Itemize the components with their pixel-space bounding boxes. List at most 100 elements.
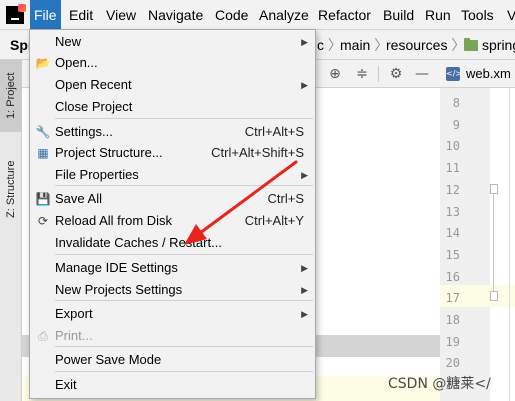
reload-icon: ⟳ bbox=[37, 214, 49, 228]
menu-refactor[interactable]: Refactor bbox=[314, 0, 375, 30]
minimize-icon[interactable]: — bbox=[414, 66, 430, 82]
file-menu-item-open-recent[interactable]: Open Recent ▶ bbox=[30, 74, 315, 96]
submenu-arrow-icon: ▶ bbox=[301, 170, 308, 180]
keyboard-shortcut: Ctrl+Alt+Shift+S bbox=[211, 145, 304, 160]
file-menu-item-label: Invalidate Caches / Restart... bbox=[55, 235, 222, 250]
file-menu-item-label: Project Structure... bbox=[55, 145, 163, 160]
menu-separator bbox=[55, 118, 313, 119]
menu-separator bbox=[55, 185, 313, 186]
file-menu-item-label: File Properties bbox=[55, 167, 139, 182]
menu-separator bbox=[55, 371, 313, 372]
folder-icon bbox=[464, 38, 478, 51]
tool-tab-project[interactable]: 1: Project bbox=[0, 60, 22, 132]
line-number: 10 bbox=[445, 139, 460, 154]
file-menu-item-label: Open... bbox=[55, 55, 98, 70]
file-menu-item-label: Print... bbox=[55, 328, 93, 343]
keyboard-shortcut: Ctrl+Alt+Y bbox=[244, 213, 304, 228]
file-menu-item-label: Open Recent bbox=[55, 77, 132, 92]
line-number: 11 bbox=[445, 161, 460, 176]
submenu-arrow-icon: ▶ bbox=[301, 263, 308, 273]
tool-window-stripe: 1: Project Z: Structure bbox=[0, 60, 22, 401]
line-number: 8 bbox=[452, 96, 460, 110]
file-menu-item-project-structure[interactable]: ▦ Project Structure... Ctrl+Alt+Shift+S bbox=[30, 142, 315, 164]
breadcrumb-label: c bbox=[317, 37, 324, 53]
file-menu-item-exit[interactable]: Exit bbox=[30, 374, 315, 396]
file-menu-item-save-all[interactable]: 💾 Save All Ctrl+S bbox=[30, 188, 315, 210]
breadcrumb-label: resources bbox=[386, 37, 448, 53]
print-icon: ⎙ bbox=[38, 329, 48, 343]
line-number: 12 bbox=[445, 182, 460, 197]
file-menu-item-label: New bbox=[55, 34, 82, 49]
breadcrumb-main[interactable]: main 〉 bbox=[340, 30, 388, 60]
line-number: 9 bbox=[452, 117, 460, 132]
menu-bar: File Edit View Navigate Code Analyze Ref… bbox=[0, 0, 515, 30]
folder-open-icon: 📂 bbox=[35, 56, 51, 70]
file-menu-item-settings[interactable]: 🔧 Settings... Ctrl+Alt+S bbox=[30, 121, 315, 143]
file-menu-item-label: Settings... bbox=[55, 124, 113, 139]
menu-navigate[interactable]: Navigate bbox=[144, 0, 207, 30]
file-menu-item-label: Reload All from Disk bbox=[55, 213, 173, 228]
breadcrumb-resources[interactable]: resources 〉 bbox=[386, 30, 465, 60]
tool-tab-label: Z: Structure bbox=[5, 160, 17, 218]
watermark: CSDN @糖莱</ bbox=[388, 376, 491, 392]
menu-tools[interactable]: Tools bbox=[457, 0, 498, 30]
file-menu-item-print: ⎙ Print... bbox=[30, 325, 315, 347]
file-menu-item-label: New Projects Settings bbox=[55, 282, 183, 297]
fold-marker-icon[interactable] bbox=[490, 184, 498, 194]
menu-edit[interactable]: Edit bbox=[65, 0, 97, 30]
menu-vcs[interactable]: V bbox=[503, 0, 515, 30]
fold-marker-icon[interactable] bbox=[490, 291, 498, 301]
editor-right-margin bbox=[509, 88, 510, 401]
file-menu-item-invalidate-caches-restart[interactable]: Invalidate Caches / Restart... bbox=[30, 232, 315, 254]
file-menu-item-label: Exit bbox=[55, 377, 77, 392]
line-number: 16 bbox=[445, 269, 460, 284]
file-menu-item-new[interactable]: New ▶ bbox=[30, 31, 315, 53]
breadcrumb-label: main bbox=[340, 37, 371, 53]
menu-build[interactable]: Build bbox=[379, 0, 418, 30]
line-number: 17 bbox=[445, 291, 460, 306]
line-number: 18 bbox=[445, 313, 460, 327]
menu-view[interactable]: View bbox=[102, 0, 140, 30]
file-menu-item-file-properties[interactable]: File Properties ▶ bbox=[30, 164, 315, 186]
submenu-arrow-icon: ▶ bbox=[301, 80, 308, 90]
menu-run[interactable]: Run bbox=[421, 0, 455, 30]
breadcrumb-spring[interactable]: spring bbox=[464, 30, 515, 60]
submenu-arrow-icon: ▶ bbox=[301, 285, 308, 295]
wrench-icon: 🔧 bbox=[35, 125, 51, 139]
file-menu-item-label: Close Project bbox=[55, 99, 133, 114]
line-number: 20 bbox=[445, 356, 460, 371]
breadcrumb-label: spring bbox=[482, 37, 515, 53]
line-number: 14 bbox=[445, 226, 460, 241]
editor-tab-bar: </> web.xm bbox=[440, 60, 515, 88]
file-menu-item-label: Power Save Mode bbox=[55, 352, 162, 367]
tool-tab-label: 1: Project bbox=[5, 72, 17, 120]
file-menu-item-manage-ide-settings[interactable]: Manage IDE Settings ▶ bbox=[30, 257, 315, 279]
breadcrumb-src[interactable]: c 〉 bbox=[317, 30, 342, 60]
editor-tab-web-xml[interactable]: web.xm bbox=[466, 60, 511, 88]
intellij-logo-icon bbox=[6, 4, 26, 24]
file-menu-item-reload-all-from-disk[interactable]: ⟳ Reload All from Disk Ctrl+Alt+Y bbox=[30, 210, 315, 232]
keyboard-shortcut: Ctrl+S bbox=[267, 191, 304, 206]
menu-analyze[interactable]: Analyze bbox=[255, 0, 313, 30]
toolbar-divider bbox=[378, 66, 379, 82]
locate-icon[interactable]: ⊕ bbox=[327, 66, 343, 82]
submenu-arrow-icon: ▶ bbox=[301, 37, 308, 47]
xml-file-icon: </> bbox=[446, 67, 462, 81]
file-menu-item-label: Manage IDE Settings bbox=[55, 260, 178, 275]
file-menu-item-new-projects-settings[interactable]: New Projects Settings ▶ bbox=[30, 279, 315, 301]
file-menu-item-close-project[interactable]: Close Project bbox=[30, 96, 315, 118]
collapse-all-icon[interactable]: ≑ bbox=[354, 66, 370, 82]
save-icon: 💾 bbox=[35, 192, 51, 206]
menu-separator bbox=[55, 300, 313, 301]
file-menu-item-open[interactable]: 📂 Open... bbox=[30, 52, 315, 74]
menu-code[interactable]: Code bbox=[211, 0, 252, 30]
menu-separator bbox=[55, 254, 313, 255]
line-number: 15 bbox=[445, 247, 460, 262]
gear-icon[interactable]: ⚙ bbox=[388, 66, 404, 82]
menu-file[interactable]: File bbox=[30, 0, 61, 30]
file-menu-item-power-save-mode[interactable]: Power Save Mode bbox=[30, 349, 315, 371]
tool-tab-structure[interactable]: Z: Structure bbox=[0, 148, 22, 230]
file-menu-item-export[interactable]: Export ▶ bbox=[30, 303, 315, 325]
file-menu-item-label: Export bbox=[55, 306, 93, 321]
file-menu-item-label: Save All bbox=[55, 191, 102, 206]
